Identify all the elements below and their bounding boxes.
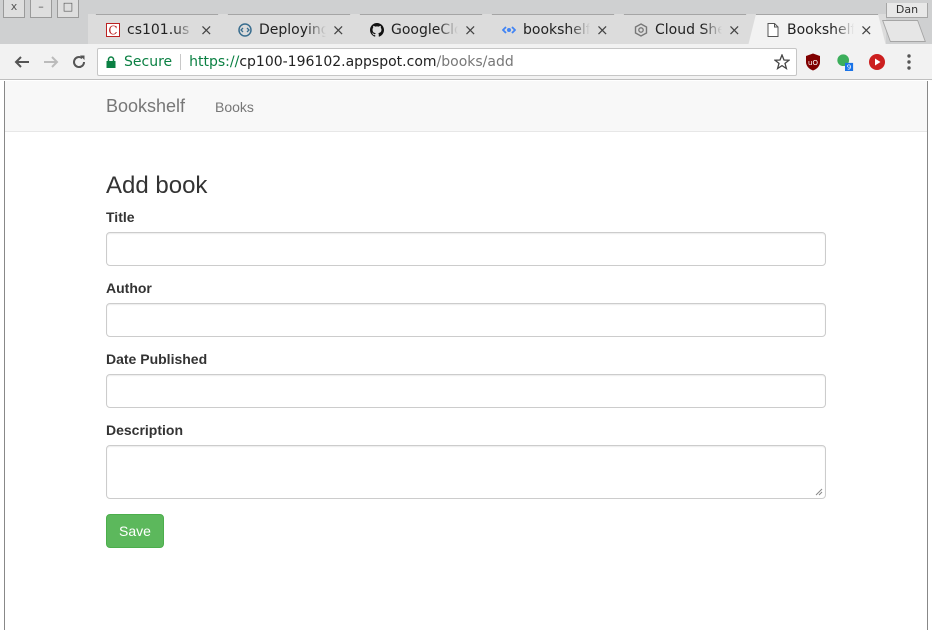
tab-cs101[interactable]: C cs101.us × (88, 14, 226, 46)
add-book-form: Add book Title Author Date Published Des… (106, 132, 826, 548)
svg-text:uO: uO (808, 59, 818, 67)
tab-googlecloud[interactable]: GoogleClo × (352, 14, 490, 46)
tab-title: bookshelf (523, 22, 590, 38)
address-divider (180, 54, 182, 70)
gcp-favicon (634, 23, 648, 37)
new-tab-button[interactable] (881, 20, 927, 42)
tab-close-icon[interactable]: × (860, 21, 872, 39)
resize-handle-icon[interactable] (815, 488, 823, 496)
tab-title: GoogleClo (391, 22, 458, 38)
date-published-group: Date Published (106, 351, 826, 408)
navbar-brand[interactable]: Bookshelf (106, 96, 185, 117)
tab-title: Deploying (259, 22, 326, 38)
cs101-favicon: C (106, 23, 120, 37)
tab-bookshelf-active[interactable]: Bookshelf × (748, 14, 886, 46)
description-label: Description (106, 422, 184, 438)
tab-bookshelf-source[interactable]: bookshelf × (484, 14, 622, 46)
date-published-input[interactable] (106, 374, 826, 408)
author-label: Author (106, 280, 152, 296)
browser-menu-icon[interactable] (902, 53, 916, 71)
tab-close-icon[interactable]: × (464, 21, 476, 39)
page-viewport: Bookshelf Books Add book Title Author Da… (4, 81, 928, 630)
window-minimize-button[interactable]: – (30, 0, 52, 18)
page-icon (766, 23, 780, 37)
browser-tab-strip: x – □ C cs101.us × Deploying × GoogleClo (0, 0, 932, 46)
browser-toolbar: Secure https:// cp100-196102.appspot.com… (0, 44, 932, 80)
back-arrow-icon (14, 56, 29, 68)
reload-button[interactable] (68, 51, 90, 73)
author-group: Author (106, 280, 826, 337)
cloud-source-favicon (502, 23, 516, 37)
green-dot-extension-icon[interactable]: 9 (836, 53, 854, 72)
tab-close-icon[interactable]: × (332, 21, 344, 39)
title-input[interactable] (106, 232, 826, 266)
forward-arrow-icon (44, 56, 59, 68)
window-close-button[interactable]: x (3, 0, 25, 18)
svg-text:C: C (108, 24, 117, 38)
code-favicon (238, 23, 252, 37)
description-group: Description (106, 422, 826, 499)
extension-badge-count: 9 (847, 63, 852, 72)
github-icon (370, 23, 384, 37)
tab-close-icon[interactable]: × (728, 21, 740, 39)
description-textarea[interactable] (106, 445, 826, 499)
tab-cloud-shell[interactable]: Cloud Shel × (616, 14, 754, 46)
tab-close-icon[interactable]: × (596, 21, 608, 39)
reload-icon (73, 55, 86, 68)
profile-button[interactable]: Dan (886, 3, 928, 18)
url-scheme: https:// (189, 54, 240, 70)
save-button[interactable]: Save (106, 514, 164, 548)
url-path: /books/add (436, 54, 514, 70)
author-input[interactable] (106, 303, 826, 337)
tab-title: Bookshelf (787, 22, 854, 38)
tab-deploying[interactable]: Deploying × (220, 14, 358, 46)
url-host: cp100-196102.appspot.com (239, 54, 437, 70)
title-group: Title (106, 209, 826, 266)
date-published-label: Date Published (106, 351, 208, 367)
secure-label: Secure (124, 54, 173, 70)
bookmark-star-icon[interactable] (774, 54, 790, 70)
ublock-icon[interactable]: uO (804, 53, 822, 71)
tab-title: cs101.us (127, 22, 190, 38)
tab-title: Cloud Shel (655, 22, 722, 38)
youtube-extension-icon[interactable] (868, 53, 886, 71)
tab-close-icon[interactable]: × (200, 21, 212, 39)
address-bar[interactable]: Secure https:// cp100-196102.appspot.com… (97, 48, 797, 76)
lock-icon (106, 55, 118, 69)
title-label: Title (106, 209, 135, 225)
back-button[interactable] (11, 51, 33, 73)
site-navbar: Bookshelf Books (5, 81, 927, 132)
page-title: Add book (106, 172, 208, 199)
window-maximize-button[interactable]: □ (57, 0, 79, 18)
forward-button[interactable] (40, 51, 62, 73)
nav-link-books[interactable]: Books (215, 99, 254, 115)
